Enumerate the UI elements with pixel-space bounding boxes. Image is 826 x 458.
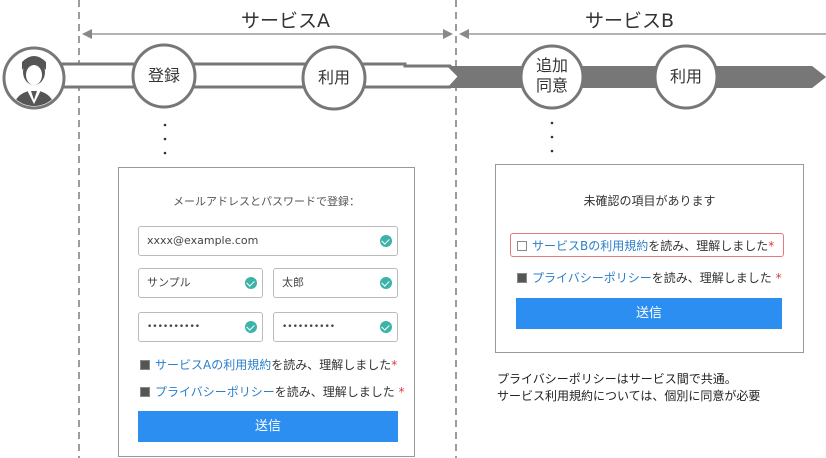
use-b-step-label: 利用 (669, 67, 702, 86)
email-field-value: xxxx@example.com (147, 234, 259, 247)
note-text: プライバシーポリシーはサービス間で共通。 サービス利用規約については、個別に同意… (497, 371, 760, 405)
consent-step-label: 追加 同意 (522, 56, 582, 96)
consent-step-label-line2: 同意 (535, 76, 568, 95)
password-confirm-valid-check-icon (380, 321, 392, 333)
form-a-terms-text: を読み、理解しました (271, 358, 392, 372)
form-b-terms-link[interactable]: サービスBの利用規約 (532, 239, 648, 253)
form-b-privacy-link[interactable]: プライバシーポリシー (532, 271, 652, 285)
password-confirm-field[interactable]: •••••••••• (273, 312, 398, 342)
service-b-flow-band-body (447, 66, 826, 88)
password-field-value: •••••••••• (147, 322, 201, 332)
form-a-submit-button[interactable]: 送信 (138, 411, 398, 442)
register-step-label: 登録 (147, 66, 180, 85)
form-b-title: 未確認の項目があります (583, 194, 716, 208)
form-a-privacy-required-mark: * (398, 385, 405, 399)
consent-connector-dots (550, 121, 554, 153)
service-b-label: サービスB (585, 10, 675, 32)
form-a-privacy-row: プライバシーポリシーを読み、理解しました * (140, 383, 405, 400)
note-line-1: プライバシーポリシーはサービス間で共通。 (497, 372, 737, 386)
password-confirm-field-value: •••••••••• (282, 322, 336, 332)
user-avatar-icon (2, 46, 66, 110)
consent-step-label-line1: 追加 (535, 56, 568, 75)
last-name-field-value: サンプル (147, 276, 191, 289)
service-a-label: サービスA (241, 10, 330, 32)
form-a-terms-row: サービスAの利用規約を読み、理解しました* (140, 356, 397, 373)
form-b-terms-required-mark: * (768, 239, 775, 253)
service-a-registration-form: メールアドレスとパスワードで登録： xxxx@example.com サンプル … (118, 167, 415, 457)
service-a-flow-band (38, 62, 463, 89)
form-b-privacy-checkbox[interactable] (517, 272, 527, 283)
first-name-field[interactable]: 太郎 (273, 268, 398, 298)
form-b-terms-row: サービスBの利用規約を読み、理解しました* (517, 237, 774, 254)
form-a-privacy-checkbox[interactable] (140, 386, 150, 397)
service-b-consent-form: 未確認の項目があります サービスBの利用規約を読み、理解しました* プライバシー… (495, 164, 804, 353)
form-a-title: メールアドレスとパスワードで登録： (173, 195, 360, 208)
password-valid-check-icon (245, 321, 257, 333)
form-b-privacy-text: を読み、理解しました (651, 271, 772, 285)
form-b-terms-checkbox[interactable] (517, 240, 527, 251)
first-name-valid-check-icon (380, 277, 392, 289)
form-a-privacy-link[interactable]: プライバシーポリシー (155, 385, 275, 399)
form-a-terms-checkbox[interactable] (140, 359, 150, 370)
form-a-privacy-text: を読み、理解しました (274, 385, 395, 399)
email-field[interactable]: xxxx@example.com (138, 226, 398, 256)
last-name-valid-check-icon (245, 277, 257, 289)
note-line-2: サービス利用規約については、個別に同意が必要 (497, 389, 761, 403)
register-connector-dots (163, 123, 167, 155)
form-b-submit-button[interactable]: 送信 (516, 298, 782, 329)
form-b-privacy-required-mark: * (775, 271, 782, 285)
form-b-privacy-row: プライバシーポリシーを読み、理解しました * (517, 269, 782, 286)
form-b-terms-text: を読み、理解しました (648, 239, 769, 253)
use-a-step-label: 利用 (317, 68, 350, 87)
form-a-terms-required-mark: * (391, 358, 398, 372)
email-valid-check-icon (380, 235, 392, 247)
form-a-terms-link[interactable]: サービスAの利用規約 (155, 358, 271, 372)
last-name-field[interactable]: サンプル (138, 268, 263, 298)
password-field[interactable]: •••••••••• (138, 312, 263, 342)
first-name-field-value: 太郎 (282, 276, 304, 289)
